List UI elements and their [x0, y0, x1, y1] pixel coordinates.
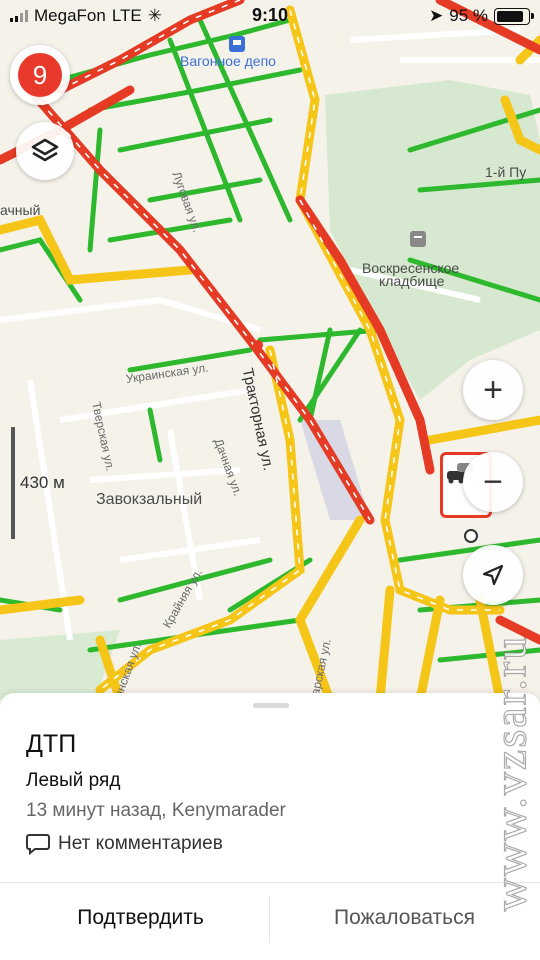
scale-label: 430 м — [20, 473, 65, 492]
battery-percent: 95 % — [449, 6, 488, 25]
incident-title: ДТП — [26, 730, 77, 758]
sheet-grabber[interactable] — [253, 703, 289, 708]
incident-sheet: ДТП Левый ряд 13 минут назад, Kenymarade… — [0, 693, 540, 960]
cemetery-label-line2: кладбище — [379, 273, 445, 289]
map-view[interactable]: Вагонное депо Воскресенское кладбище Зав… — [0, 0, 540, 700]
navigation-arrow-icon — [482, 564, 504, 586]
notifications-badge: 9 — [18, 53, 62, 97]
user-location-dot — [464, 529, 478, 543]
comments-label: Нет комментариев — [58, 833, 223, 854]
plus-icon: + — [483, 370, 503, 409]
comments-row[interactable]: Нет комментариев — [26, 833, 223, 855]
my-location-button[interactable] — [463, 545, 523, 605]
incident-lane: Левый ряд — [26, 770, 121, 791]
park-area — [325, 80, 540, 400]
depot-label: Вагонное депо — [180, 53, 276, 69]
district-label: Завокзальный — [96, 491, 203, 508]
notifications-button[interactable]: 9 — [10, 45, 70, 105]
status-bar: MegaFon LTE ✳ 9:10 ➤ 95 % — [0, 0, 540, 32]
traffic-point-marker — [253, 340, 263, 350]
minus-icon: − — [483, 462, 503, 501]
layers-button[interactable] — [16, 122, 74, 180]
cemetery-icon — [410, 231, 426, 247]
confirm-button[interactable]: Подтвердить — [6, 883, 275, 953]
battery-icon — [494, 7, 534, 25]
incident-meta: 13 минут назад, Kenymarader — [26, 800, 286, 821]
partial-left-label: ачный — [0, 202, 41, 218]
partial-right-label: 1-й Пу — [485, 164, 527, 180]
report-button[interactable]: Пожаловаться — [270, 883, 539, 953]
zoom-in-button[interactable]: + — [463, 360, 523, 420]
layers-icon — [31, 138, 59, 162]
scale-bar — [11, 427, 15, 539]
comment-bubble-icon — [26, 834, 50, 855]
location-arrow-icon: ➤ — [429, 6, 444, 25]
zoom-out-button[interactable]: − — [463, 452, 523, 512]
map-canvas — [0, 0, 540, 700]
